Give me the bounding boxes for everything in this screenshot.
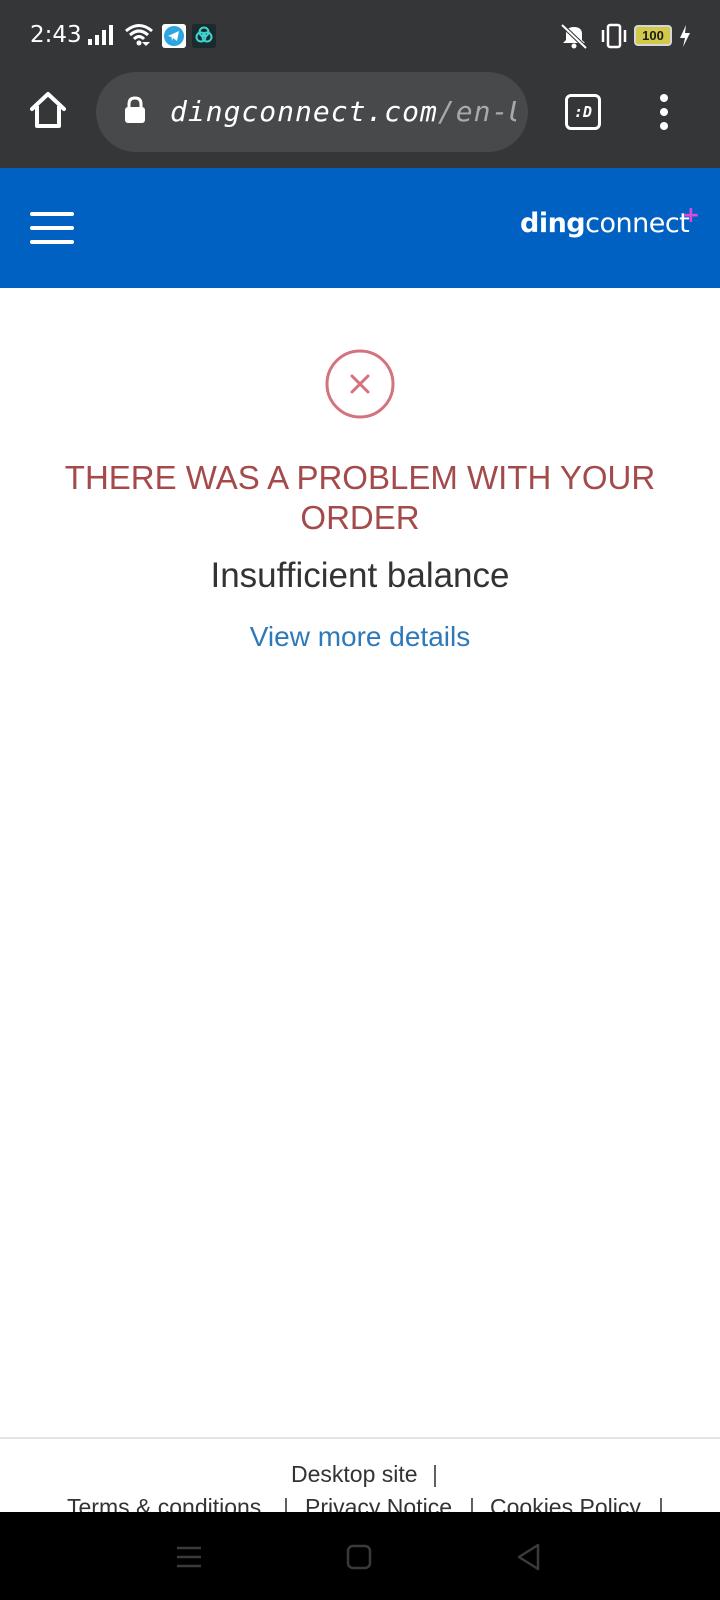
vibrate-icon (601, 23, 627, 49)
logo-connect: connect (585, 208, 690, 239)
footer-separator: | (432, 1461, 438, 1487)
url-path: /en-U (437, 95, 516, 128)
battery-icon: 100 (634, 25, 672, 46)
wifi-icon (125, 24, 153, 46)
error-x-icon (325, 349, 395, 419)
home-nav-icon[interactable] (344, 1542, 374, 1572)
lock-icon (125, 96, 145, 123)
view-more-details-link[interactable]: View more details (160, 618, 560, 656)
footer-divider (0, 1437, 720, 1439)
logo-ding: ding (520, 208, 586, 239)
signal-icon (88, 25, 113, 45)
address-bar[interactable]: dingconnect.com/en-U (96, 72, 528, 152)
browser-toolbar: dingconnect.com/en-U :D (0, 70, 720, 168)
desktop-site-link[interactable]: Desktop site (291, 1459, 418, 1489)
tab-switcher-button[interactable]: :D (565, 94, 601, 130)
back-icon[interactable] (514, 1542, 544, 1572)
status-time: 2:43 (30, 22, 82, 48)
status-bar: 2:43 100 (0, 0, 720, 70)
hamburger-menu-icon[interactable] (30, 212, 74, 244)
url-domain: dingconnect.com (170, 95, 438, 128)
home-icon[interactable] (28, 90, 68, 130)
mute-icon (560, 23, 588, 50)
battery-level: 100 (642, 28, 664, 43)
telegram-icon (162, 24, 186, 48)
logo-plus: + (681, 203, 700, 228)
navigation-bar (0, 1512, 720, 1600)
error-subtitle: Insufficient balance (210, 556, 510, 595)
dingconnect-logo[interactable]: dingconnect + (520, 203, 700, 244)
error-title: THERE WAS A PROBLEM WITH YOUR ORDER (64, 459, 656, 536)
charging-icon (680, 25, 690, 47)
site-header: dingconnect + (0, 168, 720, 288)
more-vertical-icon[interactable] (650, 90, 678, 134)
url-text: dingconnect.com/en-U (170, 94, 516, 130)
app-icon (192, 24, 216, 48)
recents-icon[interactable] (174, 1542, 204, 1572)
